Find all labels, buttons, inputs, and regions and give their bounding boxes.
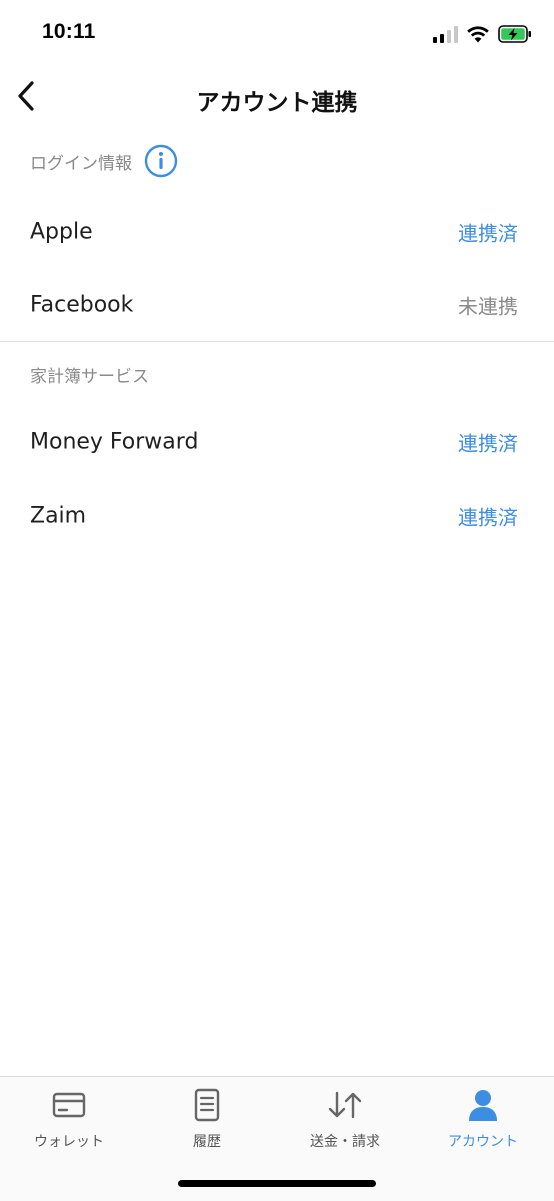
status-icons (433, 20, 532, 48)
tab-label: アカウント (448, 1134, 518, 1150)
tab-transfer[interactable]: 送金・請求 (276, 1087, 414, 1157)
home-indicator (178, 1180, 376, 1187)
person-icon (463, 1087, 503, 1123)
section-divider (0, 341, 554, 342)
info-icon[interactable] (144, 144, 178, 178)
section-header-login: ログイン情報 (30, 144, 178, 178)
link-status: 未連携 (458, 294, 518, 319)
login-row-facebook[interactable]: Facebook 未連携 (0, 273, 554, 337)
row-label: Apple (30, 219, 93, 245)
document-list-icon (187, 1087, 227, 1123)
navigation-header: アカウント連携 (0, 64, 554, 130)
tab-wallet[interactable]: ウォレット (0, 1087, 138, 1157)
link-status: 連携済 (458, 505, 518, 530)
section-title-login: ログイン情報 (30, 153, 132, 174)
tab-label: 送金・請求 (310, 1134, 380, 1150)
login-row-apple[interactable]: Apple 連携済 (0, 200, 554, 264)
row-label: Zaim (30, 503, 87, 529)
household-row-zaim[interactable]: Zaim 連携済 (0, 484, 554, 548)
section-header-household: 家計簿サービス (30, 362, 149, 387)
battery-charging-icon (498, 25, 531, 43)
status-bar: 10:11 (0, 0, 554, 64)
row-label: Facebook (30, 292, 134, 318)
tab-label: 履歴 (193, 1134, 221, 1150)
section-title-household: 家計簿サービス (30, 367, 149, 387)
row-label: Money Forward (30, 429, 199, 455)
wifi-icon (467, 26, 489, 43)
cellular-signal-icon (433, 25, 458, 43)
link-status: 連携済 (458, 431, 518, 456)
status-time: 10:11 (42, 20, 96, 43)
wallet-card-icon (49, 1087, 89, 1123)
household-row-money-forward[interactable]: Money Forward 連携済 (0, 410, 554, 474)
transfer-arrows-icon (325, 1087, 365, 1123)
tab-label: ウォレット (34, 1134, 104, 1150)
tab-history[interactable]: 履歴 (138, 1087, 276, 1157)
tab-account[interactable]: アカウント (414, 1087, 552, 1157)
page-title: アカウント連携 (196, 90, 358, 116)
link-status: 連携済 (458, 221, 518, 246)
